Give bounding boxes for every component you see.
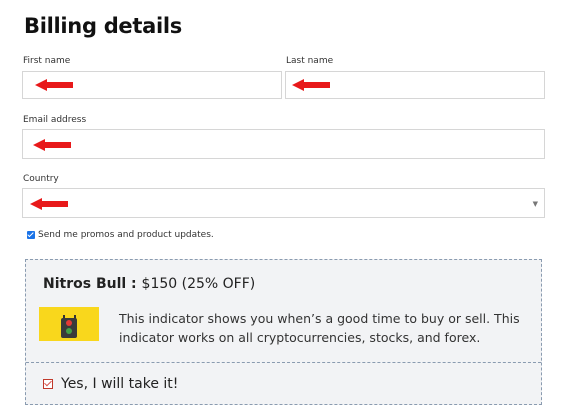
promos-option[interactable]: Send me promos and product updates. (27, 230, 214, 240)
promos-label: Send me promos and product updates. (38, 230, 214, 240)
accept-offer-option[interactable]: Yes, I will take it! (43, 376, 178, 392)
last-name-label: Last name (286, 56, 334, 66)
offer-price: $150 (25% OFF) (141, 276, 256, 292)
offer-box: Nitros Bull : $150 (25% OFF) This indica… (25, 259, 542, 405)
last-name-field[interactable] (285, 71, 545, 99)
page-title: Billing details (24, 14, 182, 38)
offer-divider (26, 362, 541, 363)
annotation-arrow-icon (35, 79, 73, 91)
email-label: Email address (23, 115, 87, 125)
offer-description: This indicator shows you when’s a good t… (119, 311, 520, 345)
annotation-arrow-icon (30, 198, 68, 210)
offer-product-name: Nitros Bull : (43, 276, 137, 292)
accept-offer-label: Yes, I will take it! (61, 376, 179, 392)
email-field[interactable] (22, 129, 545, 159)
traffic-light-icon (39, 307, 99, 341)
product-image (39, 307, 99, 341)
promos-checkbox[interactable] (27, 231, 35, 239)
annotation-arrow-icon (33, 139, 71, 151)
country-select[interactable]: ▼ (22, 188, 545, 218)
first-name-field[interactable] (22, 71, 282, 99)
country-label: Country (23, 174, 59, 184)
annotation-arrow-icon (292, 79, 330, 91)
first-name-label: First name (23, 56, 71, 66)
accept-offer-checkbox[interactable] (43, 379, 53, 389)
chevron-down-icon[interactable]: ▼ (533, 200, 538, 208)
offer-title: Nitros Bull : $150 (25% OFF) (43, 276, 255, 292)
email-input[interactable] (23, 130, 544, 158)
